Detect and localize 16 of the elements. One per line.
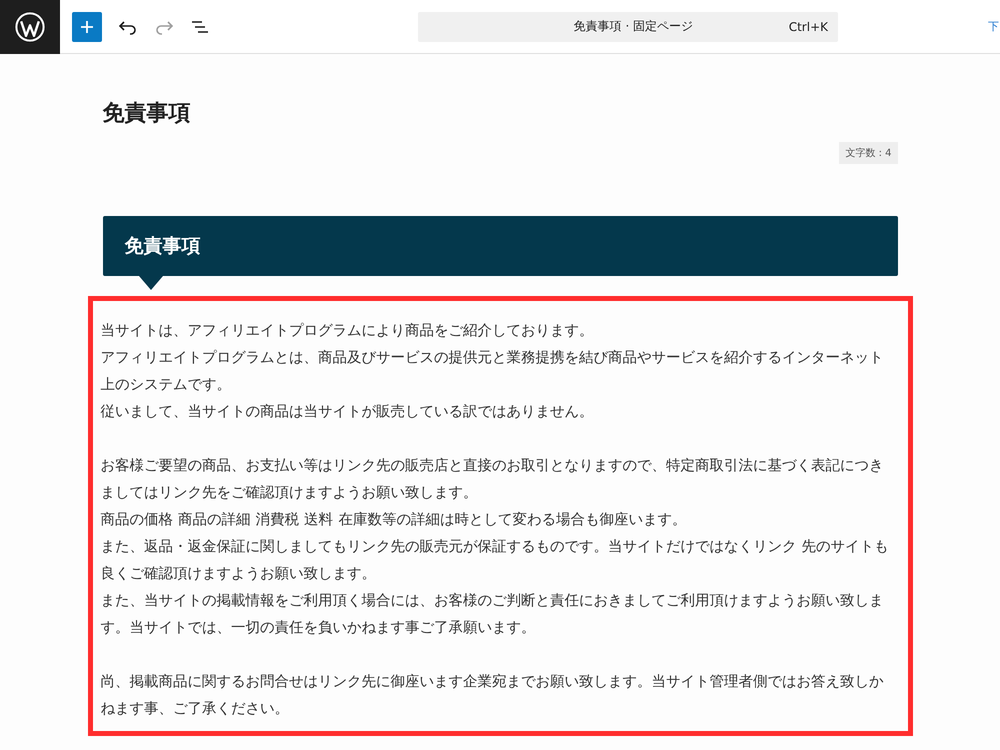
paragraph-text: お客様ご要望の商品、お支払い等はリンク先の販売店と直接のお取引となりますので、特定商取引法に基づく表記につきましてはリンク先をご確認頂けますようお願い致します。 (100, 456, 884, 503)
paragraph-text: また、返品・返金保証に関しましてもリンク先の販売元が保証するものです。当サイトだけではなくリンク 先のサイトも良くご確認頂けますようお願い致します。 (100, 538, 890, 584)
add-block-button[interactable] (72, 12, 102, 42)
wordpress-logo[interactable] (0, 0, 60, 54)
paragraph-text: アフィリエイトプログラムとは、商品及びサービスの提供元と業務提携を結び商品やサービスを紹介するインターネット上のシステムです。 (100, 348, 884, 395)
paragraph-text: また、当サイトの掲載情報をご利用頂く場合には、お客様のご判断と責任におきましてご利用頂けますようお願い致します。当サイトでは、一切の責任を負いかねます事ご了承願います。 (100, 592, 884, 638)
page-title[interactable]: 免責事項 (102, 98, 898, 130)
section-heading[interactable]: 免責事項 (102, 216, 898, 276)
paragraph-text: 尚、掲載商品に関するお問合せはリンク先に御座います企業宛までお願い致します。当サイト管理者側ではお答え致しかねます事、ご了承ください。 (100, 672, 884, 719)
paragraph-text: 従いまして、当サイトの商品は当サイトが販売している訳ではありません。 (100, 402, 594, 422)
plus-icon (80, 20, 94, 34)
character-count: 文字数 : 4 (839, 142, 898, 164)
command-search-bar[interactable]: 免責事項 · 固定ページ Ctrl+K (418, 12, 838, 42)
paragraph-text: 当サイトは、アフィリエイトプログラムにより商品をご紹介しております。 (100, 322, 594, 341)
save-draft-link[interactable]: 下 (988, 19, 999, 34)
paragraph-text: 商品の価格 商品の詳細 消費税 送料 在庫数等の詳細は時として変わる場合も御座います。 (100, 510, 688, 530)
